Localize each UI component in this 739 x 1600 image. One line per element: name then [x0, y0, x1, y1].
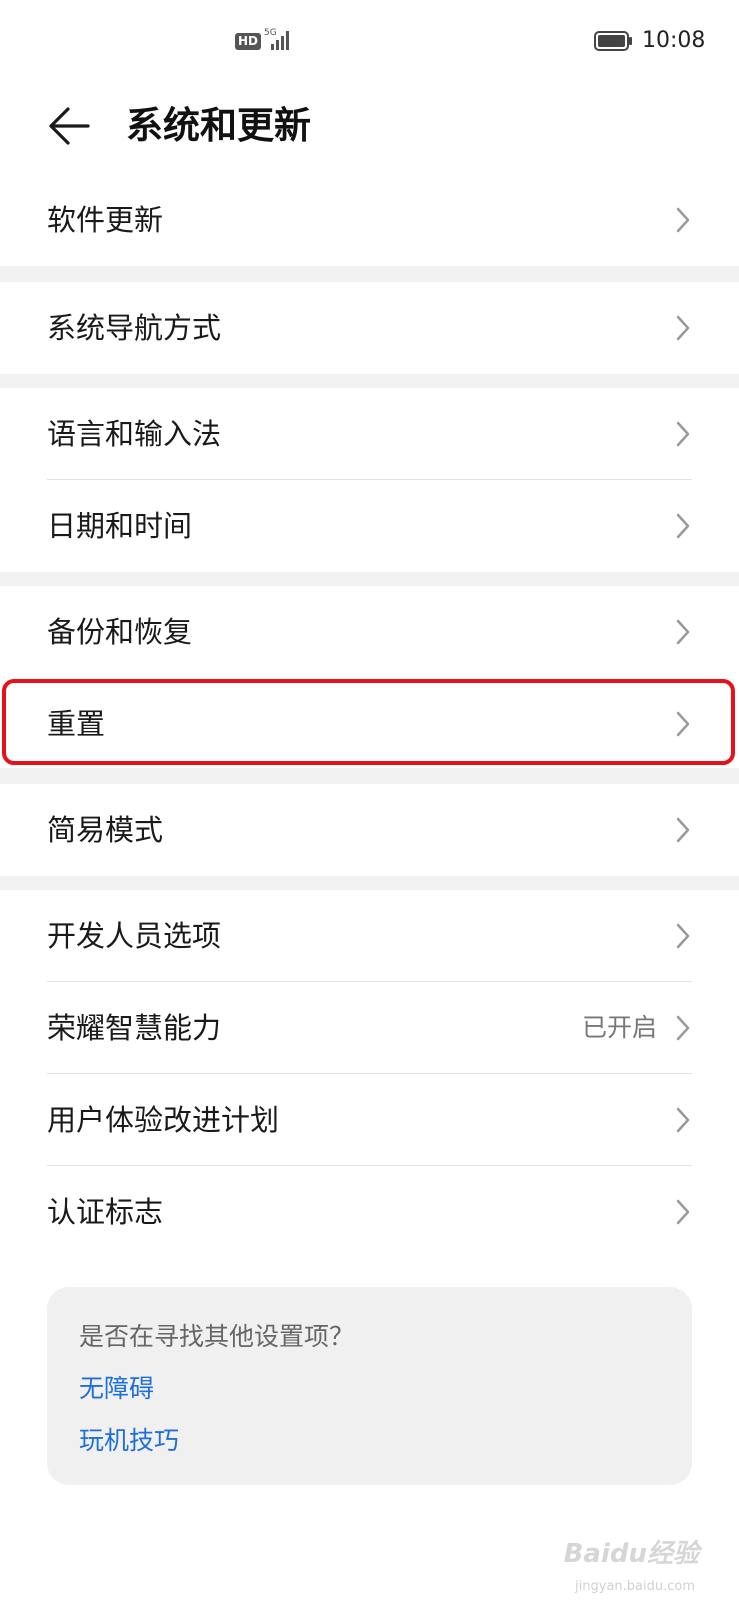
chevron-right-icon [676, 421, 690, 447]
group-gap [0, 266, 739, 282]
settings-item-date-time[interactable]: 日期和时间 [0, 480, 739, 572]
settings-item-label: 软件更新 [47, 203, 164, 237]
page-title: 系统和更新 [126, 104, 311, 147]
clock: 10:08 [642, 28, 706, 53]
settings-item-label: 开发人员选项 [47, 919, 222, 953]
status-bar: HD 5G 10:08 [0, 0, 739, 82]
settings-item-backup-restore[interactable]: 备份和恢复 [0, 586, 739, 678]
settings-item-label: 认证标志 [47, 1195, 164, 1229]
chevron-right-icon [676, 1015, 690, 1041]
link-tips[interactable]: 玩机技巧 [79, 1425, 179, 1457]
chevron-right-icon [676, 923, 690, 949]
chevron-right-icon [676, 711, 690, 737]
settings-item-label: 用户体验改进计划 [47, 1103, 280, 1137]
settings-group: 备份和恢复 重置 [0, 586, 739, 770]
chevron-right-icon [676, 817, 690, 843]
settings-item-software-update[interactable]: 软件更新 [0, 174, 739, 266]
chevron-right-icon [676, 315, 690, 341]
settings-item-user-experience[interactable]: 用户体验改进计划 [0, 1074, 739, 1166]
settings-group: 软件更新 [0, 174, 739, 266]
settings-item-label: 语言和输入法 [47, 417, 222, 451]
settings-item-smart-capability[interactable]: 荣耀智慧能力 已开启 [0, 982, 739, 1074]
settings-item-label: 备份和恢复 [47, 615, 193, 649]
battery-icon [594, 31, 632, 51]
link-accessibility[interactable]: 无障碍 [79, 1373, 154, 1405]
settings-item-label: 荣耀智慧能力 [47, 1011, 222, 1045]
help-card: 是否在寻找其他设置项？ 无障碍 玩机技巧 [47, 1287, 692, 1485]
chevron-right-icon [676, 619, 690, 645]
settings-item-certification[interactable]: 认证标志 [0, 1166, 739, 1258]
settings-item-label: 系统导航方式 [47, 311, 222, 345]
watermark-url: jingyan.baidu.com [575, 1579, 695, 1594]
settings-item-simple-mode[interactable]: 简易模式 [0, 784, 739, 876]
help-question: 是否在寻找其他设置项？ [79, 1322, 355, 1351]
status-value: 已开启 [581, 1013, 657, 1042]
page-header: 系统和更新 [0, 82, 739, 172]
settings-group: 简易模式 [0, 784, 739, 876]
hd-icon: HD [235, 33, 262, 50]
chevron-right-icon [676, 1107, 690, 1133]
settings-group: 系统导航方式 [0, 282, 739, 374]
group-gap [0, 768, 739, 784]
chevron-right-icon [676, 1199, 690, 1225]
watermark-logo: Baidu经验 [563, 1539, 699, 1569]
chevron-right-icon [676, 207, 690, 233]
back-arrow-icon[interactable] [44, 100, 96, 152]
settings-item-reset[interactable]: 重置 [0, 678, 739, 770]
settings-item-developer-options[interactable]: 开发人员选项 [0, 890, 739, 982]
settings-item-label: 简易模式 [47, 813, 164, 847]
chevron-right-icon [676, 513, 690, 539]
settings-item-language-input[interactable]: 语言和输入法 [0, 388, 739, 480]
settings-item-label: 重置 [47, 707, 106, 741]
settings-group: 开发人员选项 荣耀智慧能力 已开启 用户体验改进计划 认证标志 [0, 890, 739, 1258]
settings-group: 语言和输入法 日期和时间 [0, 388, 739, 572]
settings-item-navigation[interactable]: 系统导航方式 [0, 282, 739, 374]
signal-icon [271, 31, 289, 50]
settings-item-label: 日期和时间 [47, 509, 193, 543]
